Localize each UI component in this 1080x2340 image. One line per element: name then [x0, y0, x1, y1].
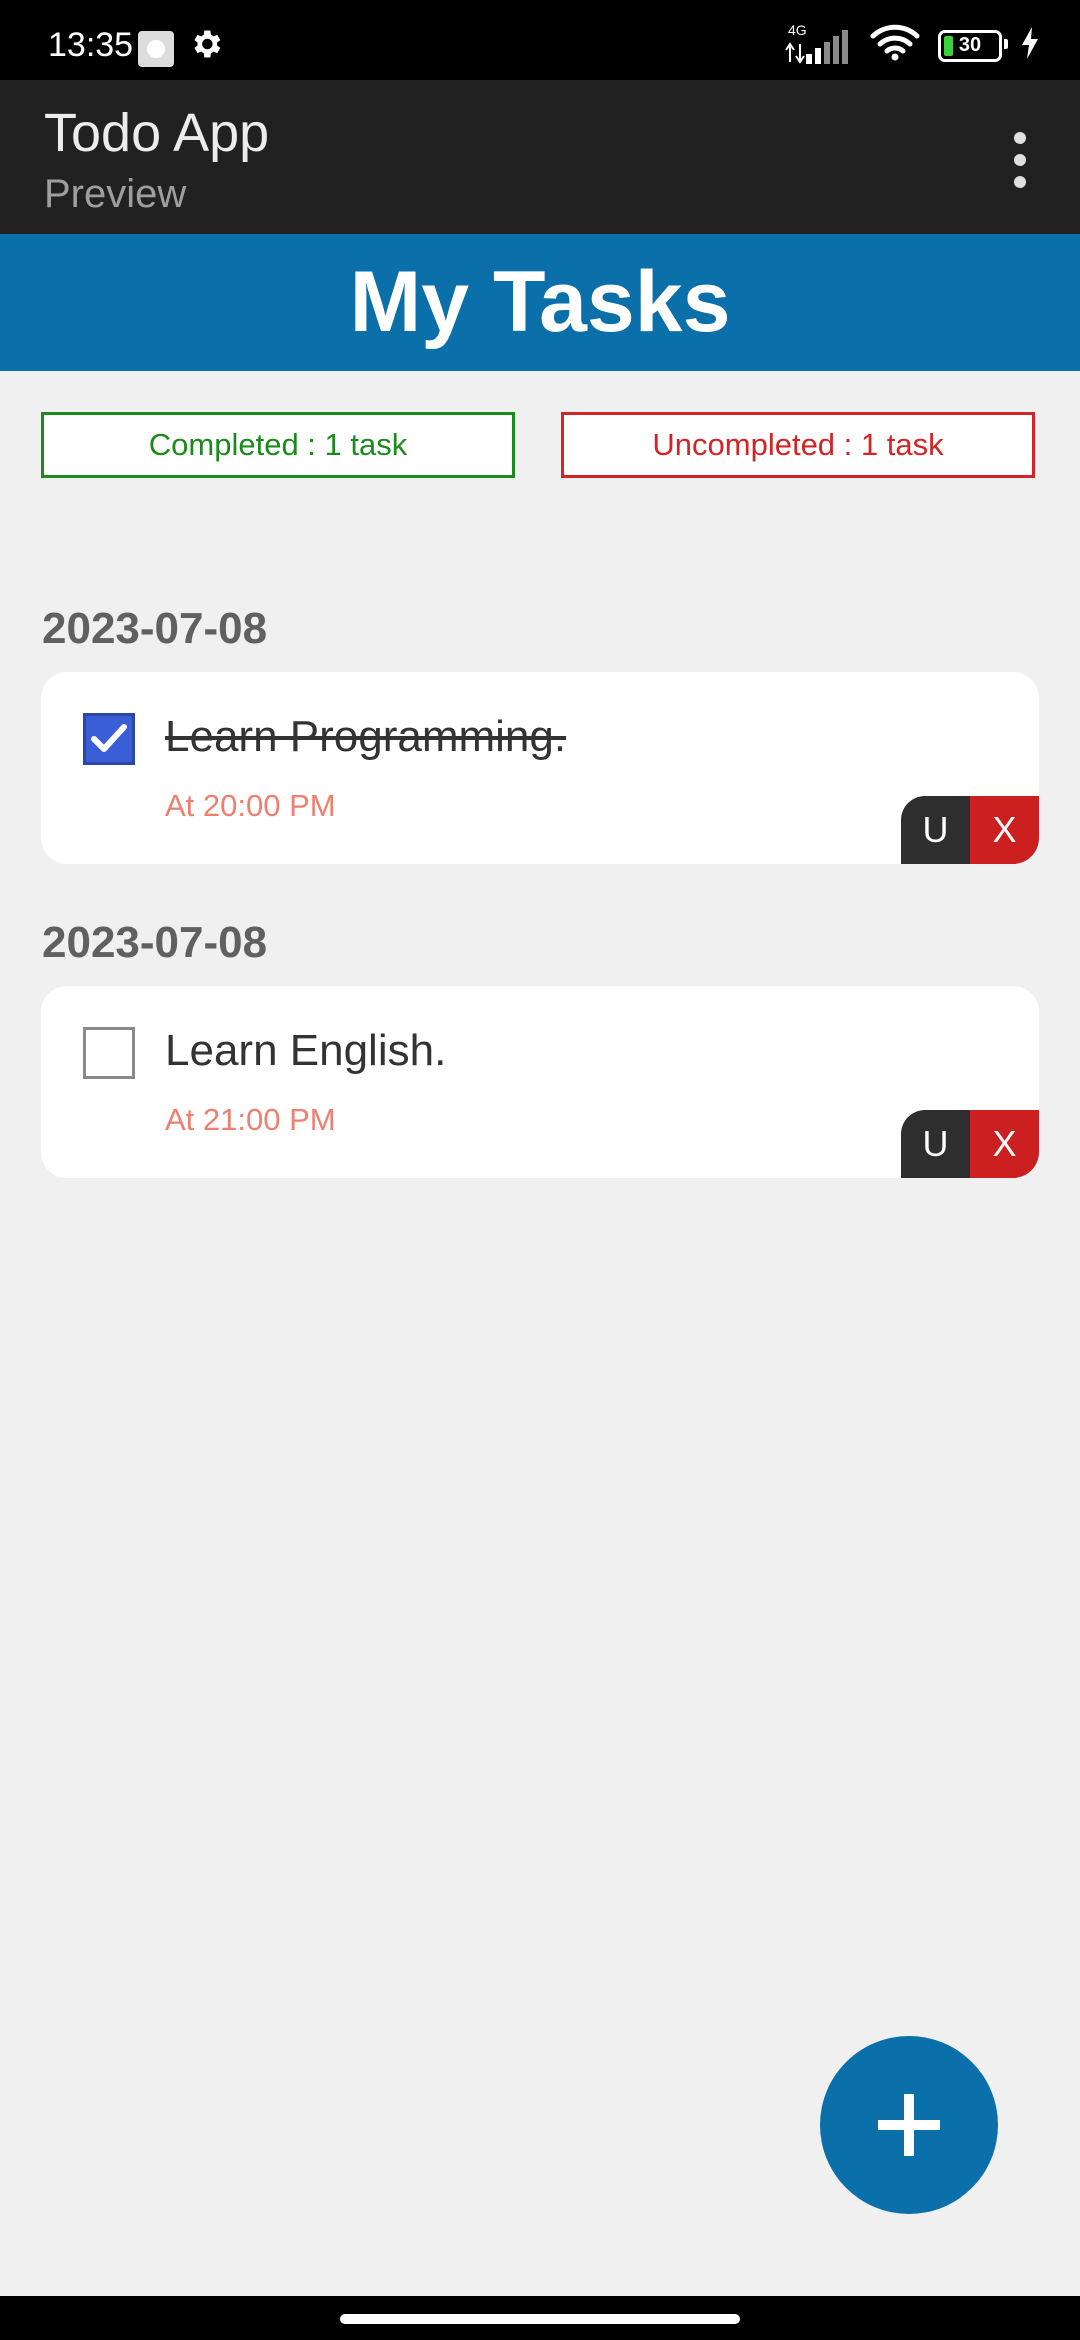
notification-icon — [138, 31, 174, 67]
status-bar: 13:35 4G 30 — [0, 0, 1080, 80]
battery-icon: 30 — [938, 29, 1008, 62]
network-type: 4G — [788, 21, 807, 38]
settings-icon — [188, 26, 224, 67]
battery-level — [944, 35, 953, 56]
date-header: 2023-07-08 — [42, 918, 268, 967]
update-button[interactable]: U — [901, 796, 970, 864]
date-header: 2023-07-08 — [42, 604, 268, 653]
delete-button[interactable]: X — [970, 796, 1039, 864]
completed-counter: Completed : 1 task — [41, 412, 515, 478]
check-icon — [91, 724, 127, 752]
more-vert-icon[interactable] — [1000, 132, 1040, 188]
task-checkbox[interactable] — [83, 713, 135, 765]
page-title: My Tasks — [349, 254, 731, 350]
task-card[interactable]: Learn English. At 21:00 PM U X — [41, 986, 1039, 1178]
battery-percent: 30 — [958, 34, 982, 56]
menu-dot — [1014, 154, 1026, 166]
task-title: Learn English. — [165, 1026, 447, 1075]
battery-tip — [1004, 38, 1008, 49]
uncompleted-counter: Uncompleted : 1 task — [561, 412, 1035, 478]
app-subtitle: Preview — [44, 172, 187, 216]
task-checkbox[interactable] — [83, 1027, 135, 1079]
app-title: Todo App — [44, 103, 270, 163]
status-indicators: 4G 30 — [782, 22, 1040, 67]
home-indicator[interactable] — [340, 2314, 740, 2324]
add-task-button[interactable] — [820, 2036, 998, 2214]
menu-dot — [1014, 132, 1026, 144]
menu-dot — [1014, 176, 1026, 188]
status-time: 13:35 — [48, 26, 134, 64]
wifi-icon — [870, 24, 920, 67]
navigation-bar — [0, 2296, 1080, 2340]
app-bar: Todo App Preview — [0, 80, 1080, 234]
delete-button[interactable]: X — [970, 1110, 1039, 1178]
charging-icon — [1020, 27, 1040, 64]
plus-icon — [878, 2094, 940, 2156]
task-time: At 21:00 PM — [165, 1102, 336, 1137]
update-button[interactable]: U — [901, 1110, 970, 1178]
page-header: My Tasks — [0, 234, 1080, 371]
task-actions: U X — [901, 796, 1039, 864]
task-time: At 20:00 PM — [165, 788, 336, 823]
task-title: Learn Programming. — [165, 712, 567, 761]
task-actions: U X — [901, 1110, 1039, 1178]
signal-icon: 4G — [782, 22, 852, 66]
task-card[interactable]: Learn Programming. At 20:00 PM U X — [41, 672, 1039, 864]
